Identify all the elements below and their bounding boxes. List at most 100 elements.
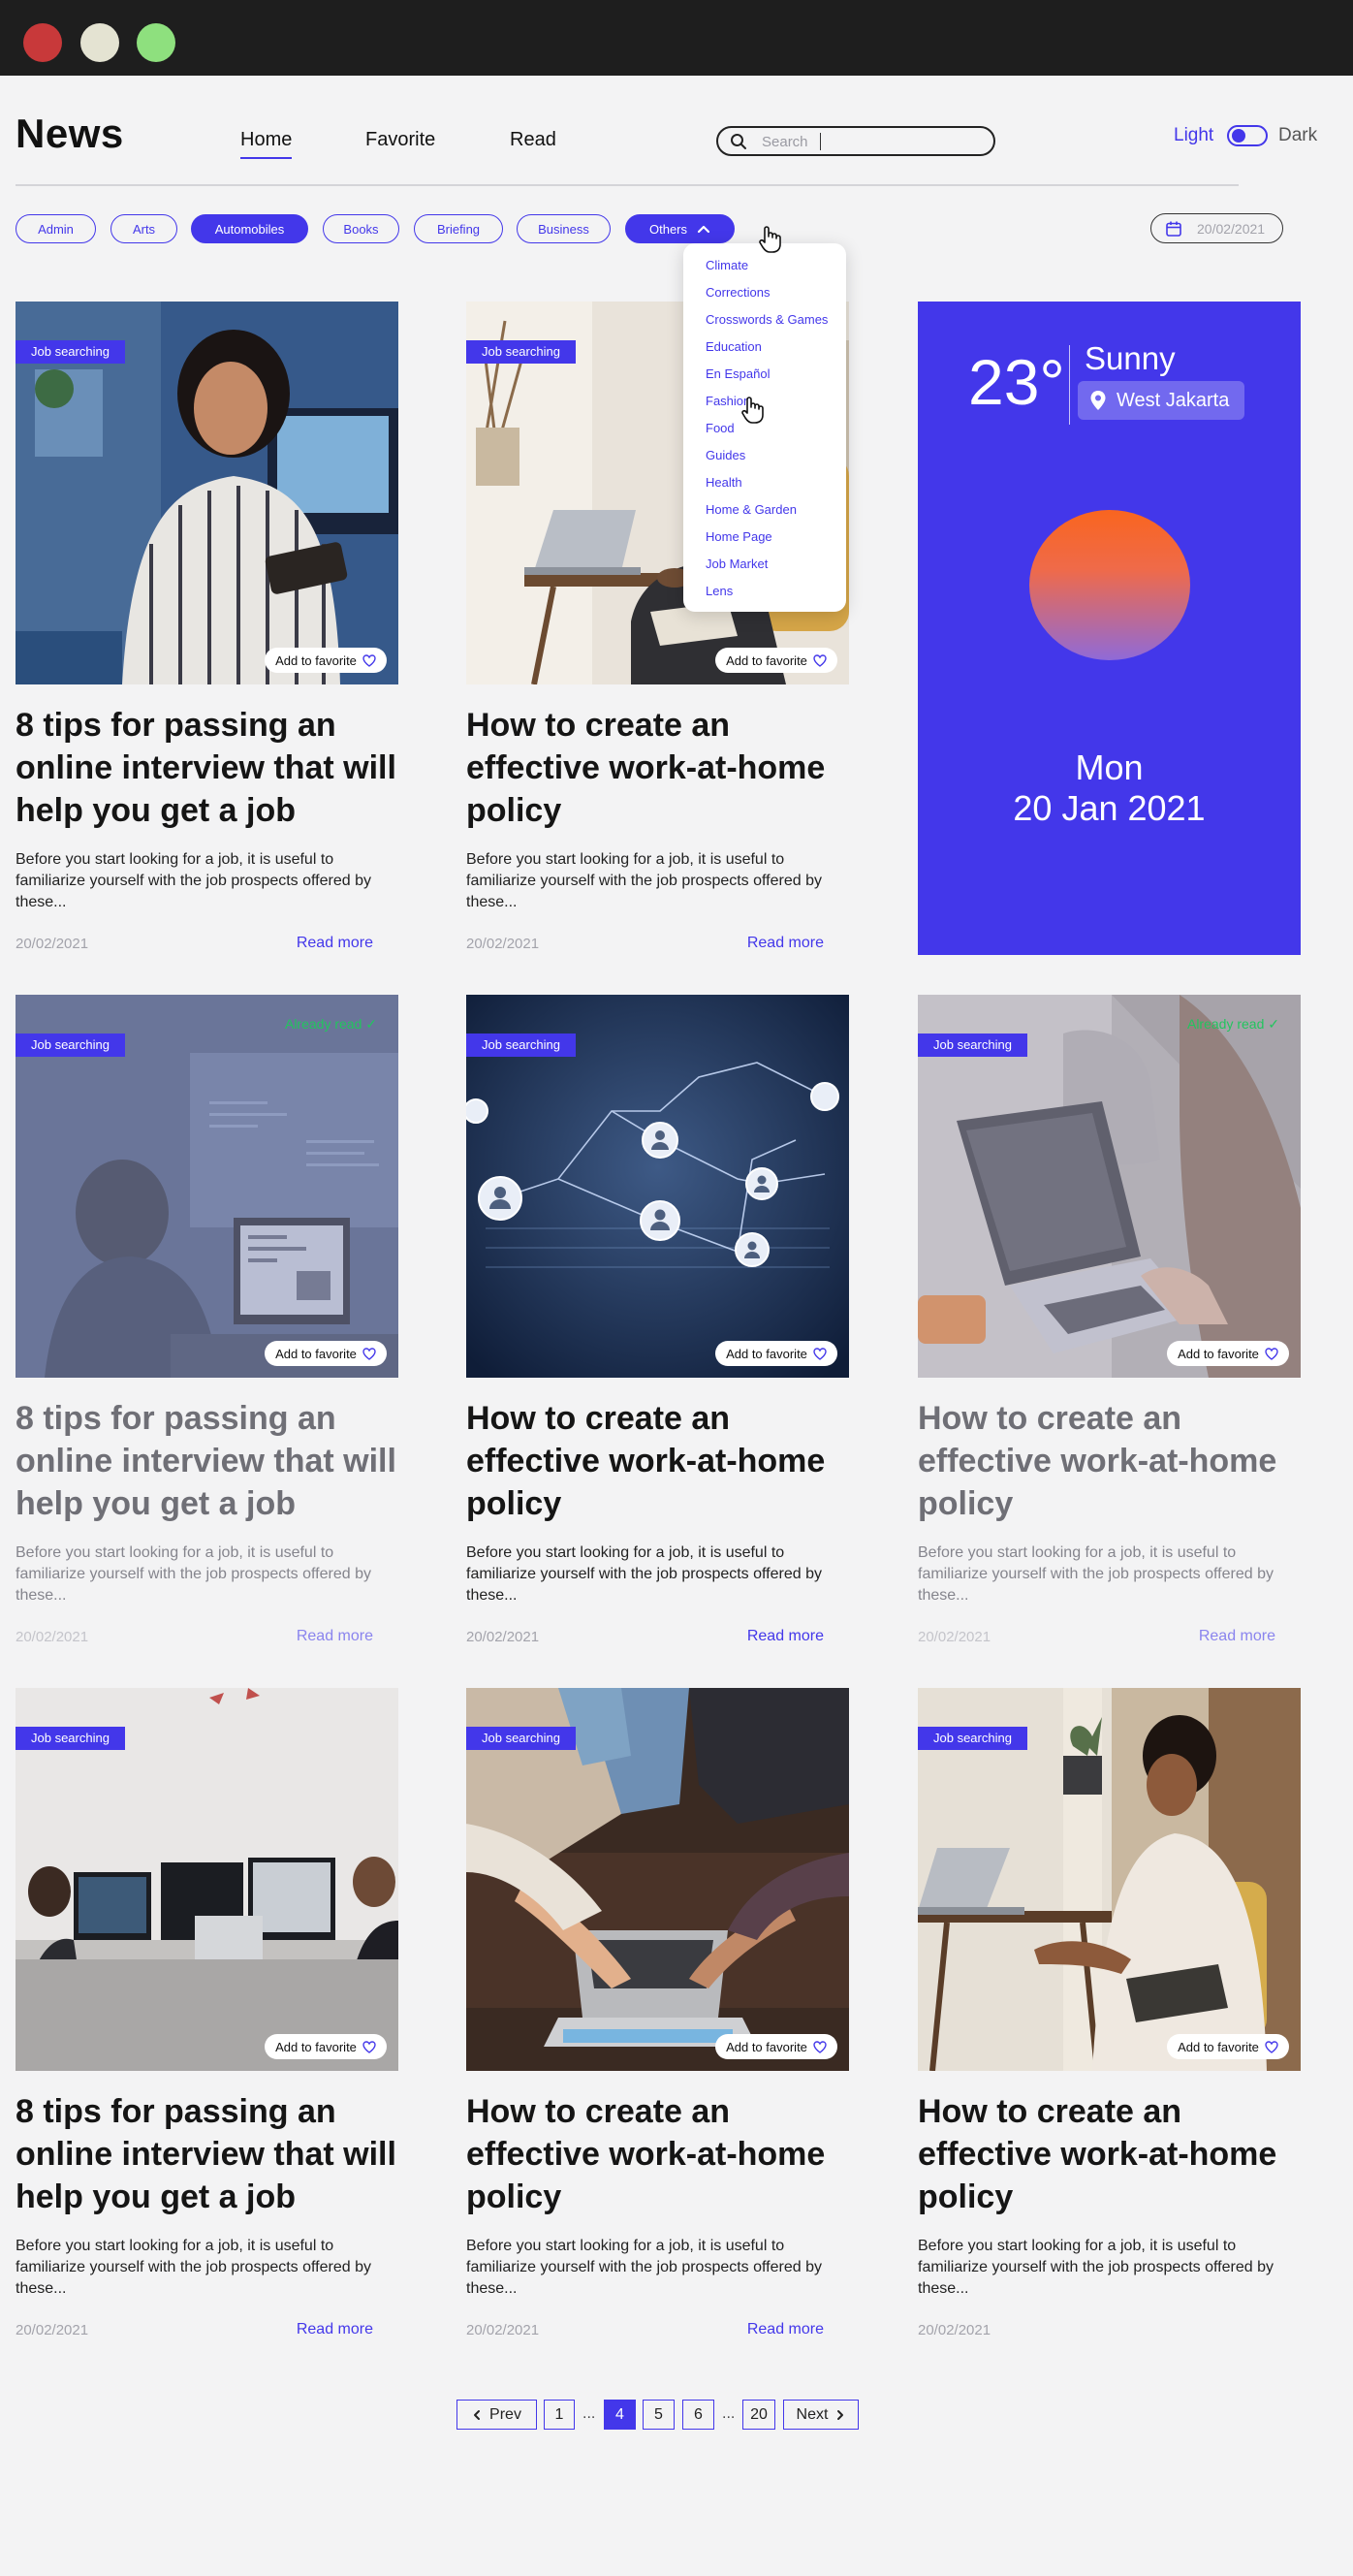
add-to-favorite-button[interactable]: Add to favorite bbox=[265, 2034, 387, 2059]
add-to-favorite-button[interactable]: Add to favorite bbox=[1167, 1341, 1289, 1366]
favorite-label: Add to favorite bbox=[726, 1346, 807, 1361]
article-date: 20/02/2021 bbox=[466, 936, 540, 952]
article-title[interactable]: How to create an effective work-at-home … bbox=[466, 2090, 849, 2218]
heart-icon bbox=[813, 2040, 827, 2053]
page-button-1[interactable]: 1 bbox=[544, 2400, 575, 2430]
add-to-favorite-button[interactable]: Add to favorite bbox=[265, 1341, 387, 1366]
weather-location[interactable]: West Jakarta bbox=[1078, 381, 1244, 420]
page-button-6[interactable]: 6 bbox=[682, 2400, 714, 2430]
date-filter[interactable]: 20/02/2021 bbox=[1150, 213, 1283, 243]
maximize-window-button[interactable] bbox=[137, 23, 175, 62]
page-button-20[interactable]: 20 bbox=[742, 2400, 775, 2430]
dropdown-item-en-espanol[interactable]: En Español bbox=[706, 366, 771, 381]
article-description: Before you start looking for a job, it i… bbox=[918, 1544, 1274, 1604]
close-window-button[interactable] bbox=[23, 23, 62, 62]
read-more-link[interactable]: Read more bbox=[297, 1628, 373, 1645]
read-more-link[interactable]: Read more bbox=[297, 935, 373, 952]
article-image[interactable]: Already read ✓ Job searching Add to favo… bbox=[918, 995, 1301, 1378]
category-badge: Job searching bbox=[16, 340, 125, 364]
read-more-link[interactable]: Read more bbox=[297, 2321, 373, 2338]
nav-home[interactable]: Home bbox=[240, 129, 293, 159]
add-to-favorite-button[interactable]: Add to favorite bbox=[715, 2034, 837, 2059]
article-title[interactable]: How to create an effective work-at-home … bbox=[918, 1397, 1301, 1525]
article-image[interactable]: Job searching Add to favorite bbox=[918, 1688, 1301, 2071]
search-input[interactable]: Search bbox=[762, 134, 808, 150]
article-image[interactable]: Job searching Add to favorite bbox=[466, 1688, 849, 2071]
article-title[interactable]: 8 tips for passing an online interview t… bbox=[16, 704, 398, 832]
dropdown-item-health[interactable]: Health bbox=[706, 475, 742, 490]
weather-location-label: West Jakarta bbox=[1117, 389, 1230, 411]
article-card[interactable]: Job searching Add to favorite 8 tips for… bbox=[16, 302, 398, 970]
article-card[interactable]: Job searching Add to favorite How to cre… bbox=[918, 1688, 1301, 2357]
page-button-5[interactable]: 5 bbox=[643, 2400, 675, 2430]
dropdown-item-climate[interactable]: Climate bbox=[706, 258, 748, 272]
article-title[interactable]: 8 tips for passing an online interview t… bbox=[16, 2090, 398, 2218]
pagination-ellipsis: ... bbox=[722, 2405, 736, 2422]
article-description: Before you start looking for a job, it i… bbox=[16, 1544, 371, 1604]
article-title[interactable]: 8 tips for passing an online interview t… bbox=[16, 1397, 398, 1525]
article-card[interactable]: Job searching Add to favorite How to cre… bbox=[466, 1688, 849, 2357]
hand-cursor-icon bbox=[741, 397, 764, 424]
add-to-favorite-button[interactable]: Add to favorite bbox=[715, 1341, 837, 1366]
next-page-button[interactable]: Next bbox=[783, 2400, 859, 2430]
dropdown-item-home-page[interactable]: Home Page bbox=[706, 529, 772, 544]
add-to-favorite-button[interactable]: Add to favorite bbox=[1167, 2034, 1289, 2059]
heart-icon bbox=[362, 1347, 376, 1360]
pagination-ellipsis: ... bbox=[582, 2405, 596, 2422]
nav-favorite[interactable]: Favorite bbox=[365, 129, 435, 151]
category-chip-others[interactable]: Others bbox=[625, 214, 735, 243]
read-more-link[interactable]: Read more bbox=[747, 1628, 824, 1645]
weather-condition: Sunny bbox=[1085, 340, 1176, 376]
read-more-link[interactable]: Read more bbox=[747, 2321, 824, 2338]
heart-icon bbox=[362, 2040, 376, 2053]
category-chip-automobiles[interactable]: Automobiles bbox=[191, 214, 308, 243]
article-card[interactable]: Job searching Add to favorite How to cre… bbox=[466, 995, 849, 1664]
theme-toggle[interactable] bbox=[1227, 125, 1268, 146]
category-badge: Job searching bbox=[918, 1727, 1027, 1750]
category-chip-arts[interactable]: Arts bbox=[110, 214, 177, 243]
article-image[interactable]: Job searching Add to favorite bbox=[16, 302, 398, 684]
dropdown-item-home-garden[interactable]: Home & Garden bbox=[706, 502, 797, 517]
read-more-link[interactable]: Read more bbox=[747, 935, 824, 952]
article-card[interactable]: Already read ✓ Job searching Add to favo… bbox=[16, 995, 398, 1664]
article-title[interactable]: How to create an effective work-at-home … bbox=[466, 1397, 849, 1525]
page-button-4[interactable]: 4 bbox=[604, 2400, 636, 2430]
article-image[interactable]: Already read ✓ Job searching Add to favo… bbox=[16, 995, 398, 1378]
weather-temperature: 23° bbox=[968, 346, 1065, 418]
toggle-knob bbox=[1232, 129, 1245, 143]
dropdown-item-lens[interactable]: Lens bbox=[706, 584, 733, 598]
article-date: 20/02/2021 bbox=[918, 1629, 991, 1645]
article-description: Before you start looking for a job, it i… bbox=[16, 2238, 371, 2297]
already-read-status: Already read ✓ bbox=[284, 1016, 377, 1032]
article-title[interactable]: How to create an effective work-at-home … bbox=[918, 2090, 1301, 2218]
prev-page-button[interactable]: Prev bbox=[456, 2400, 537, 2430]
article-card[interactable]: Already read ✓ Job searching Add to favo… bbox=[918, 995, 1301, 1664]
heart-icon bbox=[813, 653, 827, 667]
article-image[interactable]: Job searching Add to favorite bbox=[466, 995, 849, 1378]
article-card[interactable]: Job searching Add to favorite 8 tips for… bbox=[16, 1688, 398, 2357]
dropdown-item-crosswords-games[interactable]: Crosswords & Games bbox=[706, 312, 828, 327]
others-dropdown-menu: Climate Corrections Crosswords & Games E… bbox=[683, 243, 846, 612]
favorite-label: Add to favorite bbox=[726, 652, 807, 668]
dropdown-item-corrections[interactable]: Corrections bbox=[706, 285, 770, 300]
read-more-link[interactable]: Read more bbox=[1199, 1628, 1275, 1645]
search-field[interactable]: Search bbox=[716, 126, 995, 156]
article-description: Before you start looking for a job, it i… bbox=[466, 2238, 822, 2297]
dropdown-item-guides[interactable]: Guides bbox=[706, 448, 745, 462]
article-title[interactable]: How to create an effective work-at-home … bbox=[466, 704, 849, 832]
article-image[interactable]: Job searching Add to favorite bbox=[16, 1688, 398, 2071]
category-chip-briefing[interactable]: Briefing bbox=[414, 214, 503, 243]
app-logo: News bbox=[16, 111, 124, 156]
dropdown-item-food[interactable]: Food bbox=[706, 421, 735, 435]
dropdown-item-job-market[interactable]: Job Market bbox=[706, 557, 768, 571]
add-to-favorite-button[interactable]: Add to favorite bbox=[265, 648, 387, 673]
category-chip-business[interactable]: Business bbox=[517, 214, 611, 243]
hand-cursor-icon bbox=[759, 226, 781, 253]
category-chip-books[interactable]: Books bbox=[323, 214, 399, 243]
article-date: 20/02/2021 bbox=[16, 936, 89, 952]
nav-read[interactable]: Read bbox=[510, 129, 556, 151]
add-to-favorite-button[interactable]: Add to favorite bbox=[715, 648, 837, 673]
dropdown-item-education[interactable]: Education bbox=[706, 339, 762, 354]
minimize-window-button[interactable] bbox=[80, 23, 119, 62]
category-chip-admin[interactable]: Admin bbox=[16, 214, 96, 243]
